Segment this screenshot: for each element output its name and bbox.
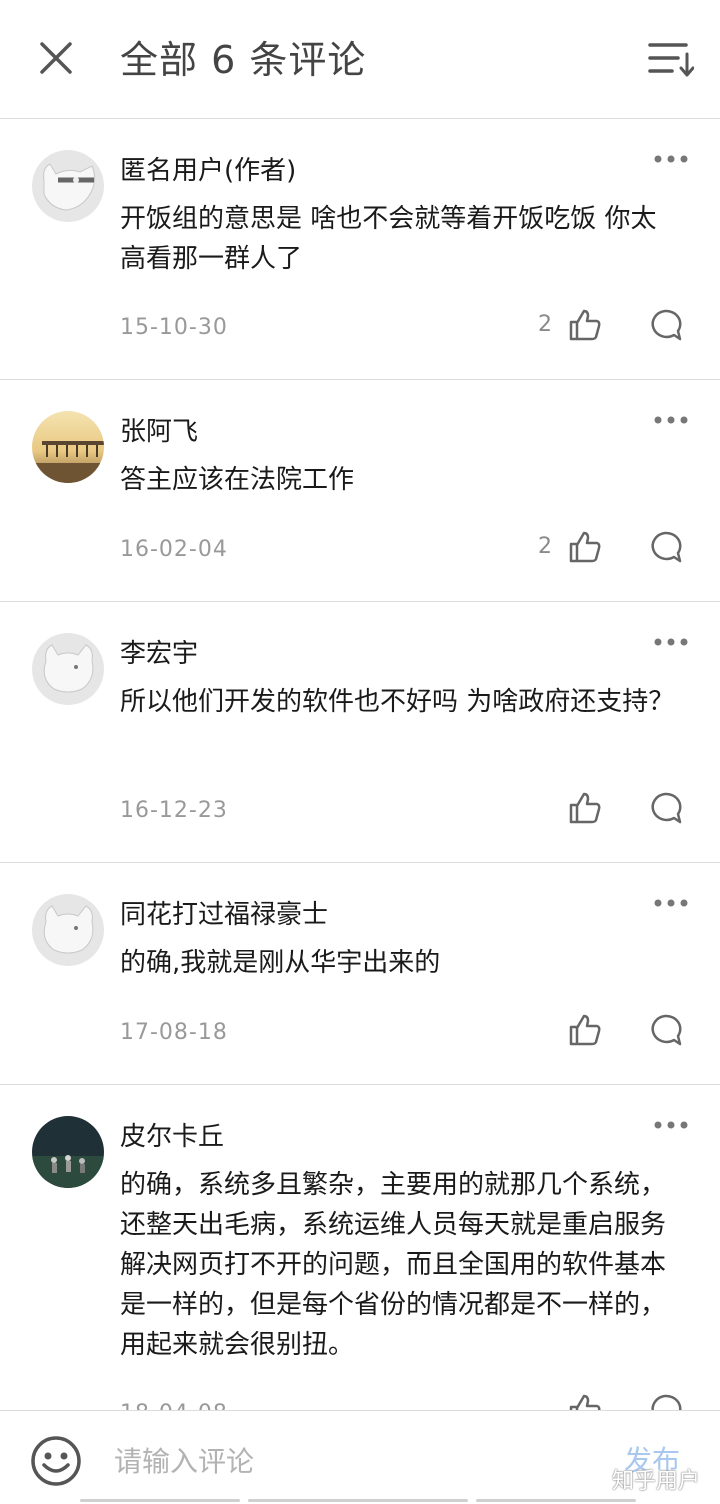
avatar[interactable] [32, 150, 104, 222]
home-indicator [476, 1499, 636, 1502]
emoji-button[interactable] [30, 1435, 82, 1487]
comment-text: 开饭组的意思是 啥也不会就等着开饭吃饭 你太高看那一群人了 [120, 204, 657, 274]
avatar[interactable] [32, 1116, 104, 1188]
more-options-button[interactable] [652, 151, 690, 167]
comment-input-bar: 发布 知乎用户 [0, 1410, 720, 1504]
more-options-button[interactable] [652, 895, 690, 911]
avatar[interactable] [32, 633, 104, 705]
comment-item: 同花打过福禄豪士 的确,我就是刚从华宇出来的 17-08-18 [0, 863, 720, 1085]
comment-text: 的确，系统多且繁杂，主要用的就那几个系统，还整天出毛病，系统运维人员每天就是重启… [120, 1170, 667, 1360]
thumbs-up-icon [569, 1394, 601, 1410]
more-icon [654, 899, 688, 907]
comment-item: 皮尔卡丘 的确，系统多且繁杂，主要用的就那几个系统，还整天出毛病，系统运维人员每… [0, 1085, 720, 1410]
reply-button[interactable] [648, 530, 682, 564]
more-icon [654, 416, 688, 424]
comment-author[interactable]: 李宏宇 [120, 636, 198, 672]
default-avatar-icon [32, 633, 104, 705]
sort-button[interactable] [646, 38, 695, 80]
thumbs-up-icon [569, 531, 601, 563]
more-options-button[interactable] [652, 412, 690, 428]
more-icon [654, 638, 688, 646]
close-button[interactable] [34, 36, 78, 80]
default-avatar-icon [32, 894, 104, 966]
like-button[interactable] [568, 1013, 602, 1047]
comment-bubble-icon [651, 531, 682, 563]
comment-bubble-icon [651, 1014, 682, 1046]
comment-date: 17-08-18 [120, 1020, 228, 1045]
reply-button[interactable] [648, 1013, 682, 1047]
comment-author[interactable]: 张阿飞 [120, 414, 198, 450]
thumbs-up-icon [569, 1014, 601, 1046]
comment-author[interactable]: 匿名用户(作者) [120, 153, 296, 189]
beach-pier-photo-icon [32, 411, 104, 483]
comment-date: 16-12-23 [120, 798, 228, 823]
default-avatar-icon [32, 150, 104, 222]
comment-text: 的确,我就是刚从华宇出来的 [120, 948, 441, 978]
avatar[interactable] [32, 411, 104, 483]
comments-header: 全部 6 条评论 [0, 0, 720, 119]
comment-author[interactable]: 皮尔卡丘 [120, 1119, 224, 1155]
comment-item: 张阿飞 答主应该在法院工作 16-02-04 2 [0, 380, 720, 602]
like-count: 2 [538, 312, 552, 337]
reply-button[interactable] [648, 791, 682, 825]
close-icon [40, 42, 72, 74]
reply-button[interactable] [648, 308, 682, 342]
thumbs-up-icon [569, 792, 601, 824]
comment-text: 所以他们开发的软件也不好吗 为啥政府还支持？ [120, 687, 675, 717]
like-button[interactable] [568, 530, 602, 564]
like-button[interactable] [568, 1393, 602, 1410]
comment-date: 15-10-30 [120, 315, 228, 340]
more-options-button[interactable] [652, 1117, 690, 1133]
comment-item: 李宏宇 所以他们开发的软件也不好吗 为啥政府还支持？ 16-12-23 [0, 602, 720, 863]
reply-button[interactable] [648, 1393, 682, 1410]
watermark: 知乎用户 [612, 1469, 701, 1494]
page-title: 全部 6 条评论 [120, 38, 367, 82]
more-icon [654, 155, 688, 163]
like-button[interactable] [568, 308, 602, 342]
comment-bubble-icon [651, 309, 682, 341]
like-count: 2 [538, 534, 552, 559]
emoji-icon [31, 1436, 81, 1486]
comment-item: 匿名用户(作者) 开饭组的意思是 啥也不会就等着开饭吃饭 你太高看那一群人了 1… [0, 119, 720, 380]
comment-bubble-icon [651, 1394, 682, 1410]
comment-author[interactable]: 同花打过福禄豪士 [120, 897, 328, 933]
thumbs-up-icon [569, 309, 601, 341]
home-indicator [248, 1499, 468, 1502]
comment-bubble-icon [651, 792, 682, 824]
more-icon [654, 1121, 688, 1129]
comment-date: 16-02-04 [120, 537, 228, 562]
home-indicator [80, 1499, 240, 1502]
comment-text: 答主应该在法院工作 [120, 465, 355, 495]
comment-input[interactable] [112, 1437, 556, 1485]
avatar[interactable] [32, 894, 104, 966]
like-button[interactable] [568, 791, 602, 825]
sort-icon [648, 43, 695, 77]
more-options-button[interactable] [652, 634, 690, 650]
comment-date: 18-04-08 [120, 1399, 228, 1410]
night-scene-photo-icon [32, 1116, 104, 1188]
